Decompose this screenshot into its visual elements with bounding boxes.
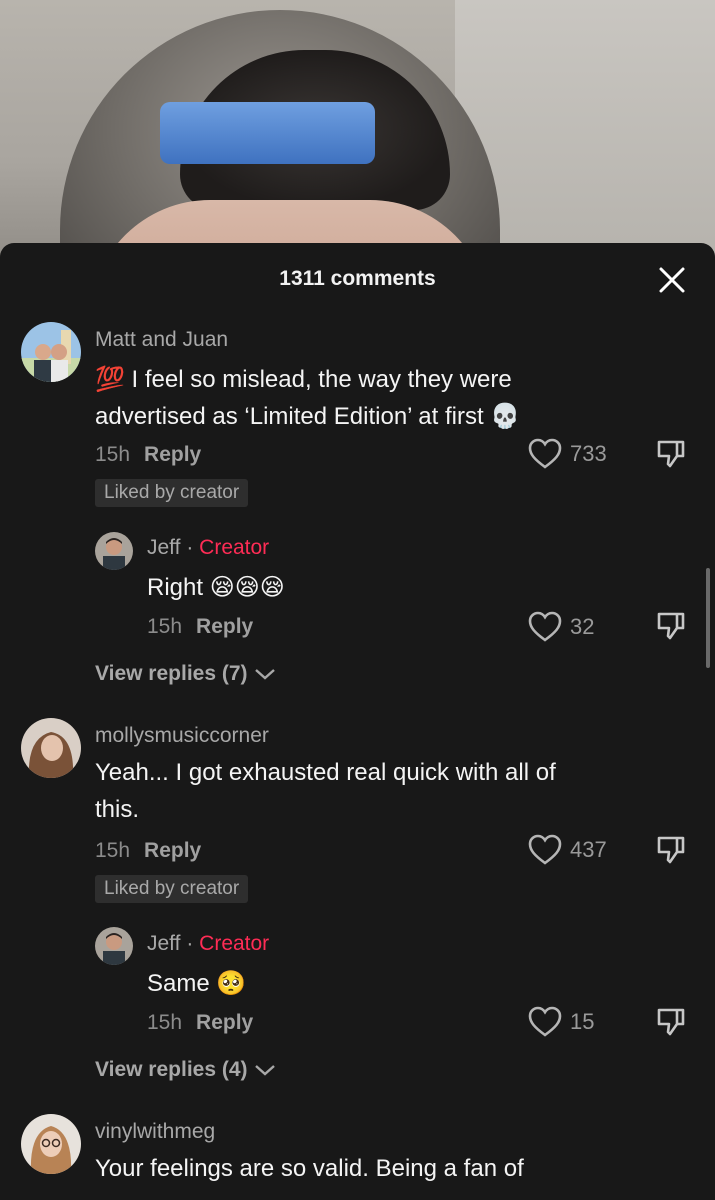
comment-meta: 15h Reply	[95, 839, 201, 863]
reply-button[interactable]: Reply	[144, 839, 201, 862]
comment-text-line: Your feelings are so valid. Being a fan …	[95, 1155, 524, 1182]
like-count: 15	[570, 1009, 595, 1034]
reply-button[interactable]: Reply	[144, 443, 201, 466]
reply-text: Right 😪😪😪	[147, 574, 285, 601]
comment-text-line: 💯 I feel so mislead, the way they were	[95, 366, 512, 393]
like-count: 32	[570, 614, 595, 639]
like-button[interactable]: 733	[528, 438, 607, 470]
close-icon[interactable]	[657, 265, 687, 295]
reply-author[interactable]: Jeff	[147, 932, 180, 955]
reply-time: 15h	[147, 615, 183, 638]
separator: ·	[186, 536, 194, 559]
like-button[interactable]: 15	[528, 1006, 594, 1038]
liked-by-creator-badge: Liked by creator	[95, 479, 249, 507]
avatar[interactable]	[21, 1114, 81, 1174]
reply-meta: 15h Reply	[147, 1011, 253, 1035]
comment-text-line: Yeah... I got exhausted real quick with …	[95, 759, 556, 786]
comment-username[interactable]: Matt and Juan	[95, 328, 228, 352]
dislike-icon[interactable]	[655, 438, 687, 470]
avatar[interactable]	[95, 532, 133, 570]
like-button[interactable]: 437	[528, 834, 607, 866]
comment-text-line: advertised as ‘Limited Edition’ at first…	[95, 403, 521, 430]
like-count: 437	[570, 837, 607, 862]
comment-text: Your feelings are so valid. Being a fan …	[95, 1150, 524, 1187]
comment-time: 15h	[95, 839, 131, 862]
dislike-icon[interactable]	[655, 1006, 687, 1038]
view-replies-label: View replies (7)	[95, 662, 248, 685]
creator-tag: Creator	[199, 932, 270, 955]
view-replies-button[interactable]: View replies (7)	[95, 662, 276, 686]
scrollbar[interactable]	[706, 568, 710, 668]
comment-time: 15h	[95, 443, 131, 466]
heart-icon	[528, 611, 562, 642]
reply-button[interactable]: Reply	[196, 1011, 253, 1034]
reply-text: Same 🥺	[147, 970, 247, 997]
reply-author[interactable]: Jeff	[147, 536, 180, 559]
comments-count-title: 1311 comments	[279, 267, 436, 290]
creator-tag: Creator	[199, 536, 270, 559]
heart-icon	[528, 834, 562, 865]
comments-header: 1311 comments	[0, 243, 715, 319]
chevron-down-icon	[254, 669, 275, 680]
comment-text-line: this.	[95, 796, 140, 823]
avatar[interactable]	[95, 927, 133, 965]
view-replies-label: View replies (4)	[95, 1058, 248, 1081]
liked-by-creator-badge: Liked by creator	[95, 875, 249, 903]
avatar[interactable]	[21, 718, 81, 778]
reply-username: Jeff · Creator	[147, 536, 269, 560]
comment-username[interactable]: vinylwithmeg	[95, 1120, 215, 1144]
reply-meta: 15h Reply	[147, 615, 253, 639]
like-count: 733	[570, 441, 607, 466]
dislike-icon[interactable]	[655, 610, 687, 642]
comment-text: 💯 I feel so mislead, the way they were a…	[95, 361, 520, 435]
comment-meta: 15h Reply	[95, 443, 201, 467]
heart-icon	[528, 1006, 562, 1037]
view-replies-button[interactable]: View replies (4)	[95, 1058, 276, 1082]
reply-username: Jeff · Creator	[147, 932, 269, 956]
dislike-icon[interactable]	[655, 834, 687, 866]
reply-time: 15h	[147, 1011, 183, 1034]
video-cap-strap	[160, 102, 375, 164]
comment-username[interactable]: mollysmusiccorner	[95, 724, 269, 748]
separator: ·	[186, 932, 194, 955]
reply-button[interactable]: Reply	[196, 615, 253, 638]
comment-text: Yeah... I got exhausted real quick with …	[95, 754, 556, 828]
heart-icon	[528, 438, 562, 469]
avatar[interactable]	[21, 322, 81, 382]
chevron-down-icon	[254, 1065, 275, 1076]
like-button[interactable]: 32	[528, 611, 594, 643]
video-background	[0, 0, 715, 270]
